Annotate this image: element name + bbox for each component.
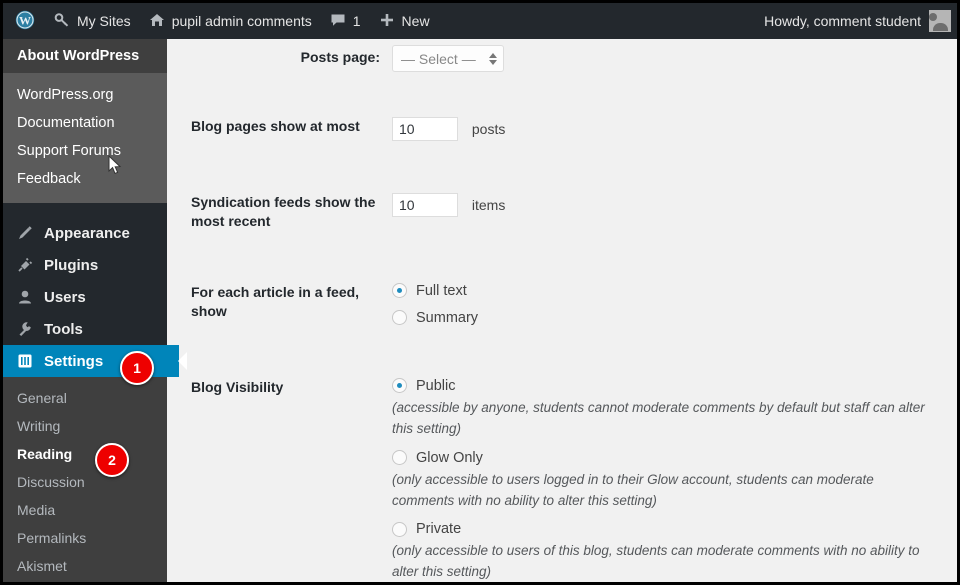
home-icon <box>149 12 165 31</box>
sidebar-item-plugins[interactable]: Plugins <box>3 249 167 281</box>
step-badge-2: 2 <box>95 443 129 477</box>
submenu-item-permalinks[interactable]: Permalinks <box>3 524 167 552</box>
my-account-menu[interactable]: Howdy, comment student <box>764 3 957 39</box>
sidebar-label-plugins: Plugins <box>44 256 99 274</box>
radio-public[interactable] <box>392 378 407 394</box>
radio-label-glow-only: Glow Only <box>416 449 483 466</box>
radio-glow-only[interactable] <box>392 450 407 466</box>
new-content-label: New <box>401 13 430 29</box>
syndication-field: items <box>392 178 957 232</box>
radio-label-full-text: Full text <box>416 282 467 299</box>
feed-article-field: Full text Summary <box>392 268 957 341</box>
admin-bar: W My Sites pupil admin comments 1 New Ho… <box>3 3 957 39</box>
sidebar-item-tools[interactable]: Tools <box>3 313 167 345</box>
radio-private[interactable] <box>392 521 407 537</box>
menu-separator <box>3 203 167 217</box>
about-wordpress-flyout: WordPress.org Documentation Support Foru… <box>3 73 167 203</box>
blog-pages-input[interactable] <box>392 117 458 141</box>
submenu-item-general[interactable]: General <box>3 384 167 412</box>
radio-option-glow-only[interactable]: Glow Only <box>392 450 937 466</box>
sidebar-label-appearance: Appearance <box>44 224 130 242</box>
wrench-icon <box>15 321 35 337</box>
posts-page-selected-value: — Select — <box>401 50 476 67</box>
submenu-item-media[interactable]: Media <box>3 496 167 524</box>
radio-label-public: Public <box>416 377 456 394</box>
description-glow-only: (only accessible to users logged in to t… <box>392 471 874 508</box>
chevron-updown-icon <box>489 52 497 65</box>
about-wordpress-header[interactable]: About WordPress <box>3 39 167 73</box>
user-icon <box>15 289 35 305</box>
step-badge-1: 1 <box>120 351 154 385</box>
submenu-item-writing[interactable]: Writing <box>3 412 167 440</box>
plus-icon <box>379 12 395 31</box>
blog-pages-label: Blog pages show at most <box>191 118 360 134</box>
blog-pages-field: posts <box>392 102 957 156</box>
row-posts-page: Posts page: — Select — <box>167 39 957 74</box>
sidebar-item-appearance[interactable]: Appearance <box>3 217 167 249</box>
plug-icon <box>15 257 35 273</box>
row-blog-visibility: Blog Visibility Public (accessible by an… <box>167 363 957 582</box>
reading-settings-content: Posts page: — Select — Blog pages show a… <box>167 39 957 582</box>
submenu-item-discussion[interactable]: Discussion <box>3 468 167 496</box>
feed-article-label: For each article in a feed, show <box>191 283 360 319</box>
blog-visibility-field: Public (accessible by anyone, students c… <box>392 363 957 582</box>
my-sites-label: My Sites <box>77 13 131 29</box>
site-name-label: pupil admin comments <box>171 13 312 29</box>
key-icon <box>54 12 70 31</box>
sidebar-label-settings: Settings <box>44 352 104 370</box>
radio-label-private: Private <box>416 521 462 538</box>
radio-full-text[interactable] <box>392 283 407 299</box>
syndication-label: Syndication feeds show the most recent <box>191 194 376 229</box>
radio-label-summary: Summary <box>416 309 479 326</box>
paintbrush-icon <box>15 225 35 241</box>
syndication-unit: items <box>471 197 506 213</box>
avatar <box>929 10 951 32</box>
blog-visibility-label: Blog Visibility <box>191 378 284 395</box>
wordpress-admin-screen: W My Sites pupil admin comments 1 New Ho… <box>0 0 960 585</box>
syndication-input[interactable] <box>392 193 458 217</box>
row-blog-pages: Blog pages show at most posts <box>167 102 957 156</box>
site-name-menu[interactable]: pupil admin comments <box>140 3 321 39</box>
row-syndication: Syndication feeds show the most recent i… <box>167 178 957 246</box>
flyout-item-documentation[interactable]: Documentation <box>3 109 167 137</box>
my-sites-menu[interactable]: My Sites <box>45 3 140 39</box>
settings-sliders-icon <box>15 353 35 369</box>
posts-page-label: Posts page: <box>300 49 380 65</box>
posts-page-field: — Select — <box>392 43 957 74</box>
radio-option-public[interactable]: Public <box>392 378 937 394</box>
description-private: (only accessible to users of this blog, … <box>392 543 920 580</box>
radio-summary[interactable] <box>392 310 407 326</box>
flyout-item-wordpress-org[interactable]: WordPress.org <box>3 81 167 109</box>
admin-sidebar: About WordPress WordPress.org Documentat… <box>3 39 187 582</box>
submenu-item-reading[interactable]: Reading <box>3 440 167 468</box>
settings-submenu: General Writing Reading Discussion Media… <box>3 377 167 582</box>
radio-option-private[interactable]: Private <box>392 521 937 537</box>
comments-count: 1 <box>352 13 361 29</box>
wordpress-icon: W <box>15 10 35 33</box>
posts-page-select[interactable]: — Select — <box>392 45 504 72</box>
sidebar-label-users: Users <box>44 288 86 306</box>
submenu-item-akismet[interactable]: Akismet <box>3 552 167 580</box>
howdy-greeting: Howdy, comment student <box>764 13 921 29</box>
comment-bubble-icon <box>330 12 346 31</box>
row-feed-article: For each article in a feed, show Full te… <box>167 268 957 341</box>
comments-menu[interactable]: 1 <box>321 3 370 39</box>
flyout-item-support-forums[interactable]: Support Forums <box>3 137 167 165</box>
wordpress-logo-button[interactable]: W <box>3 3 45 39</box>
blog-pages-unit: posts <box>471 121 506 137</box>
current-menu-arrow-icon <box>178 352 187 370</box>
radio-option-full-text[interactable]: Full text <box>392 283 937 299</box>
svg-text:W: W <box>19 13 31 27</box>
sidebar-label-tools: Tools <box>44 320 83 338</box>
new-content-menu[interactable]: New <box>370 3 439 39</box>
description-public: (accessible by anyone, students cannot m… <box>392 399 925 436</box>
sidebar-item-users[interactable]: Users <box>3 281 167 313</box>
flyout-item-feedback[interactable]: Feedback <box>3 165 167 193</box>
radio-option-summary[interactable]: Summary <box>392 310 937 326</box>
